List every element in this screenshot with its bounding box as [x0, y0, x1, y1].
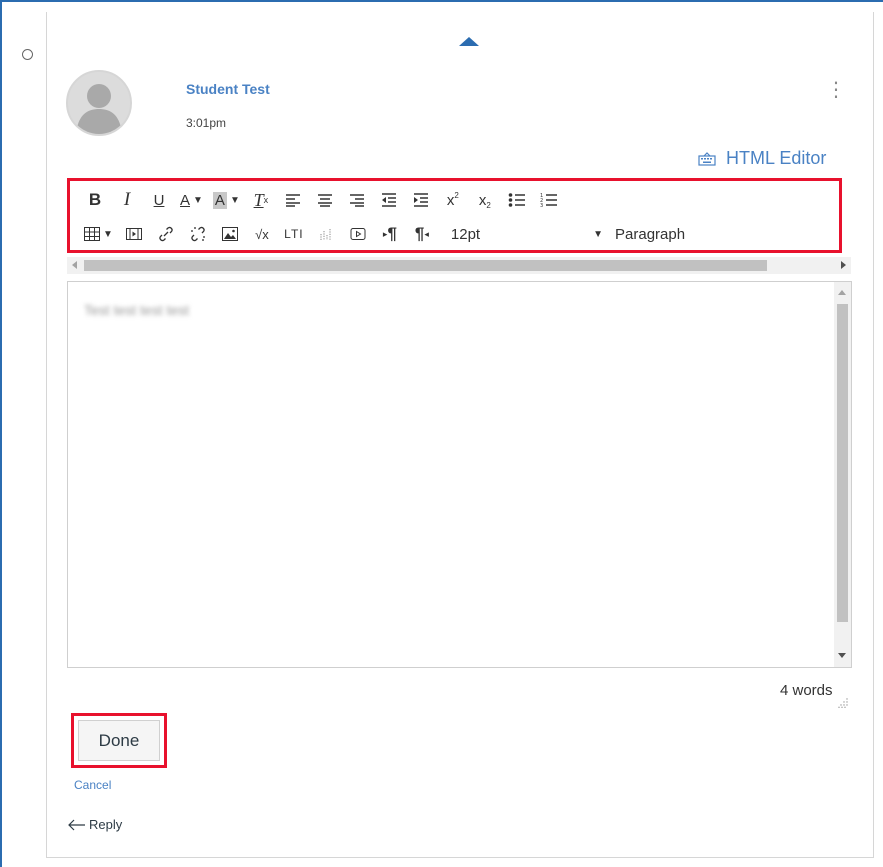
text-color-button[interactable]: A ▼ — [180, 187, 203, 213]
collapse-arrow-icon[interactable] — [459, 37, 479, 46]
scroll-up-icon[interactable] — [838, 290, 846, 295]
reply-label: Reply — [89, 817, 123, 832]
bold-button[interactable]: B — [84, 187, 106, 213]
toolbar-row-2: ▼ √x LTI ▸ ¶ ¶ ◂ 12pt ▼ Paragraph — [84, 219, 685, 249]
superscript-button[interactable]: x2 — [442, 187, 464, 213]
keyboard-icon — [698, 151, 716, 166]
image-button[interactable] — [219, 221, 241, 247]
font-size-dropdown-icon[interactable]: ▼ — [593, 229, 603, 240]
rich-text-editor-area[interactable]: Test test test test — [67, 281, 852, 668]
math-equation-button[interactable]: √x — [251, 221, 273, 247]
editor-vertical-scrollbar[interactable] — [834, 282, 851, 667]
cancel-link[interactable]: Cancel — [74, 778, 111, 792]
embed-media-button[interactable] — [123, 221, 145, 247]
word-count: 4 words — [780, 682, 833, 699]
done-button[interactable]: Done — [78, 720, 160, 761]
italic-button[interactable]: I — [116, 187, 138, 213]
align-left-icon — [285, 194, 300, 207]
embed-video-button[interactable] — [347, 221, 369, 247]
subscript-button[interactable]: x2 — [474, 187, 496, 213]
reply-arrow-icon — [68, 819, 85, 830]
scroll-left-icon[interactable] — [72, 261, 77, 269]
play-icon — [350, 228, 366, 240]
align-right-icon — [349, 194, 364, 207]
outdent-icon — [381, 193, 396, 207]
link-icon — [159, 226, 173, 242]
image-icon — [221, 227, 238, 241]
link-button[interactable] — [155, 221, 177, 247]
more-options-icon[interactable]: ⋮ — [826, 80, 846, 100]
post-timestamp: 3:01pm — [186, 116, 227, 130]
avatar[interactable] — [66, 70, 132, 136]
underline-button[interactable]: U — [148, 187, 170, 213]
unlink-button[interactable] — [187, 221, 209, 247]
scroll-right-icon[interactable] — [841, 261, 846, 269]
clear-formatting-button[interactable]: Tx — [250, 187, 272, 213]
record-media-button[interactable] — [315, 221, 337, 247]
ltr-direction-button[interactable]: ▸ ¶ — [379, 221, 401, 247]
bullet-list-button[interactable] — [506, 187, 528, 213]
indent-icon — [413, 193, 428, 207]
numbered-list-button[interactable]: 123 — [538, 187, 560, 213]
html-editor-label: HTML Editor — [726, 148, 827, 168]
sparkle-icon — [320, 229, 331, 240]
svg-text:3: 3 — [540, 203, 543, 208]
reply-link[interactable]: Reply — [68, 817, 122, 832]
unlink-icon — [190, 226, 205, 242]
lti-tools-button[interactable]: LTI — [283, 221, 305, 247]
indent-button[interactable] — [410, 187, 432, 213]
background-color-button[interactable]: A ▼ — [212, 187, 240, 213]
table-icon — [84, 227, 100, 241]
person-silhouette-icon — [76, 84, 122, 134]
block-format-select[interactable]: Paragraph — [615, 226, 685, 243]
list-bullet — [22, 49, 33, 60]
toolbar-horizontal-scrollbar[interactable] — [67, 257, 851, 274]
editor-body-text: Test test test test — [84, 302, 190, 318]
font-size-select[interactable]: 12pt — [451, 226, 480, 243]
frame-top-border — [0, 0, 883, 2]
resize-grip-icon[interactable] — [838, 698, 848, 708]
table-button[interactable]: ▼ — [84, 221, 113, 247]
author-name-link[interactable]: Student Test — [186, 81, 270, 97]
align-left-button[interactable] — [282, 187, 304, 213]
html-editor-toggle[interactable]: HTML Editor — [698, 148, 826, 169]
align-center-icon — [317, 194, 332, 207]
toolbar-row-1: B I U A ▼ A ▼ Tx x2 x2 123 — [84, 185, 570, 215]
outdent-button[interactable] — [378, 187, 400, 213]
bullet-list-icon — [508, 193, 525, 207]
align-right-button[interactable] — [346, 187, 368, 213]
frame-left-border — [0, 0, 2, 867]
rtl-direction-button[interactable]: ¶ ◂ — [411, 221, 433, 247]
rich-text-toolbar: B I U A ▼ A ▼ Tx x2 x2 123 ▼ √x LTI ▸ ¶ … — [67, 178, 842, 253]
scroll-down-icon[interactable] — [838, 653, 846, 658]
numbered-list-icon: 123 — [540, 193, 557, 208]
media-icon — [125, 228, 142, 240]
vertical-scroll-thumb[interactable] — [837, 304, 848, 622]
align-center-button[interactable] — [314, 187, 336, 213]
horizontal-scroll-thumb[interactable] — [84, 260, 767, 271]
